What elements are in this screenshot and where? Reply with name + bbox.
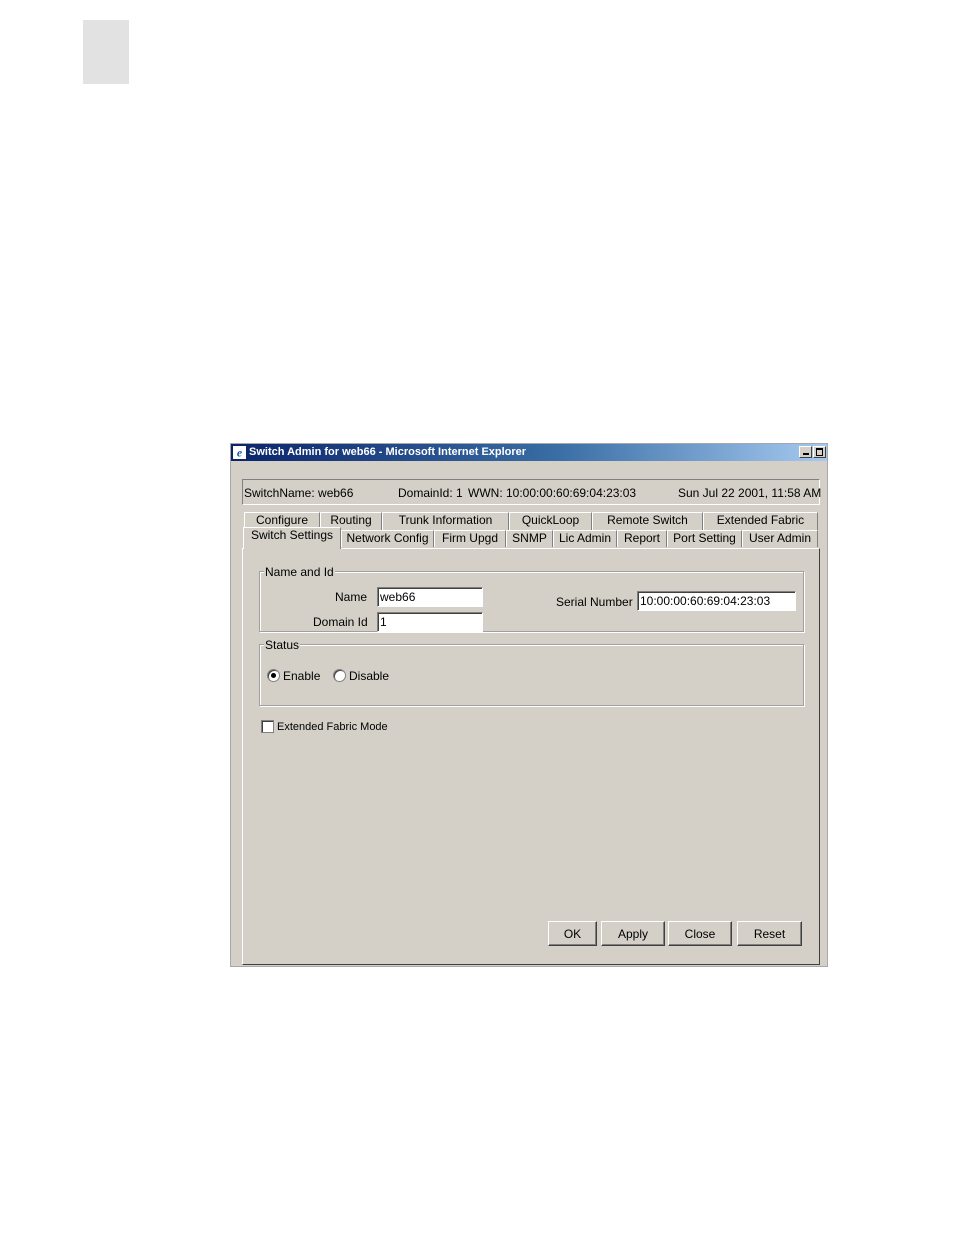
extended-fabric-mode-label: Extended Fabric Mode — [277, 721, 388, 733]
tab-snmp[interactable]: SNMP — [506, 530, 553, 547]
datetime-text: Sun Jul 22 2001, 11:58 AM — [678, 486, 822, 500]
tab-port-setting[interactable]: Port Setting — [667, 530, 742, 547]
name-input[interactable] — [377, 587, 483, 607]
extended-fabric-mode-checkbox[interactable] — [261, 720, 274, 733]
window-title: Switch Admin for web66 - Microsoft Inter… — [249, 446, 527, 458]
page-corner-block — [83, 20, 129, 84]
disable-label: Disable — [349, 669, 390, 683]
maximize-button[interactable] — [813, 446, 826, 458]
svg-text:e: e — [237, 446, 243, 459]
disable-radio[interactable] — [333, 669, 346, 682]
tab-extended-fabric[interactable]: Extended Fabric — [703, 512, 818, 530]
switch-settings-panel: Name and Id Name Domain Id Serial Number… — [242, 548, 820, 965]
name-and-id-legend: Name and Id — [264, 565, 335, 579]
tab-switch-settings[interactable]: Switch Settings — [243, 527, 341, 549]
tab-network-config[interactable]: Network Config — [341, 530, 434, 547]
title-bar[interactable]: e Switch Admin for web66 - Microsoft Int… — [231, 444, 827, 461]
switch-info-bar: SwitchName: web66 DomainId: 1 WWN: 10:00… — [242, 479, 822, 505]
tab-remote-switch[interactable]: Remote Switch — [592, 512, 703, 530]
serial-number-input[interactable] — [637, 591, 796, 611]
domain-id-text: DomainId: 1 — [398, 486, 463, 500]
tab-trunk-information[interactable]: Trunk Information — [382, 512, 509, 530]
serial-number-label: Serial Number — [556, 595, 633, 609]
enable-label: Enable — [283, 669, 321, 683]
switch-name-text: SwitchName: web66 — [244, 486, 354, 500]
domain-id-label: Domain Id — [313, 615, 368, 629]
tab-report[interactable]: Report — [617, 530, 667, 547]
internet-explorer-icon: e — [233, 446, 246, 459]
tab-quickloop[interactable]: QuickLoop — [509, 512, 592, 530]
status-legend: Status — [264, 638, 301, 652]
enable-radio[interactable] — [267, 669, 280, 682]
tab-lic-admin[interactable]: Lic Admin — [553, 530, 617, 547]
switch-admin-window: e Switch Admin for web66 - Microsoft Int… — [230, 443, 828, 967]
name-label: Name — [335, 590, 368, 604]
minimize-button[interactable] — [799, 446, 812, 458]
tab-firm-upgd[interactable]: Firm Upgd — [434, 530, 506, 547]
tab-user-admin[interactable]: User Admin — [742, 530, 818, 547]
wwn-text: WWN: 10:00:00:60:69:04:23:03 — [468, 486, 637, 500]
domain-id-input[interactable] — [377, 612, 483, 632]
